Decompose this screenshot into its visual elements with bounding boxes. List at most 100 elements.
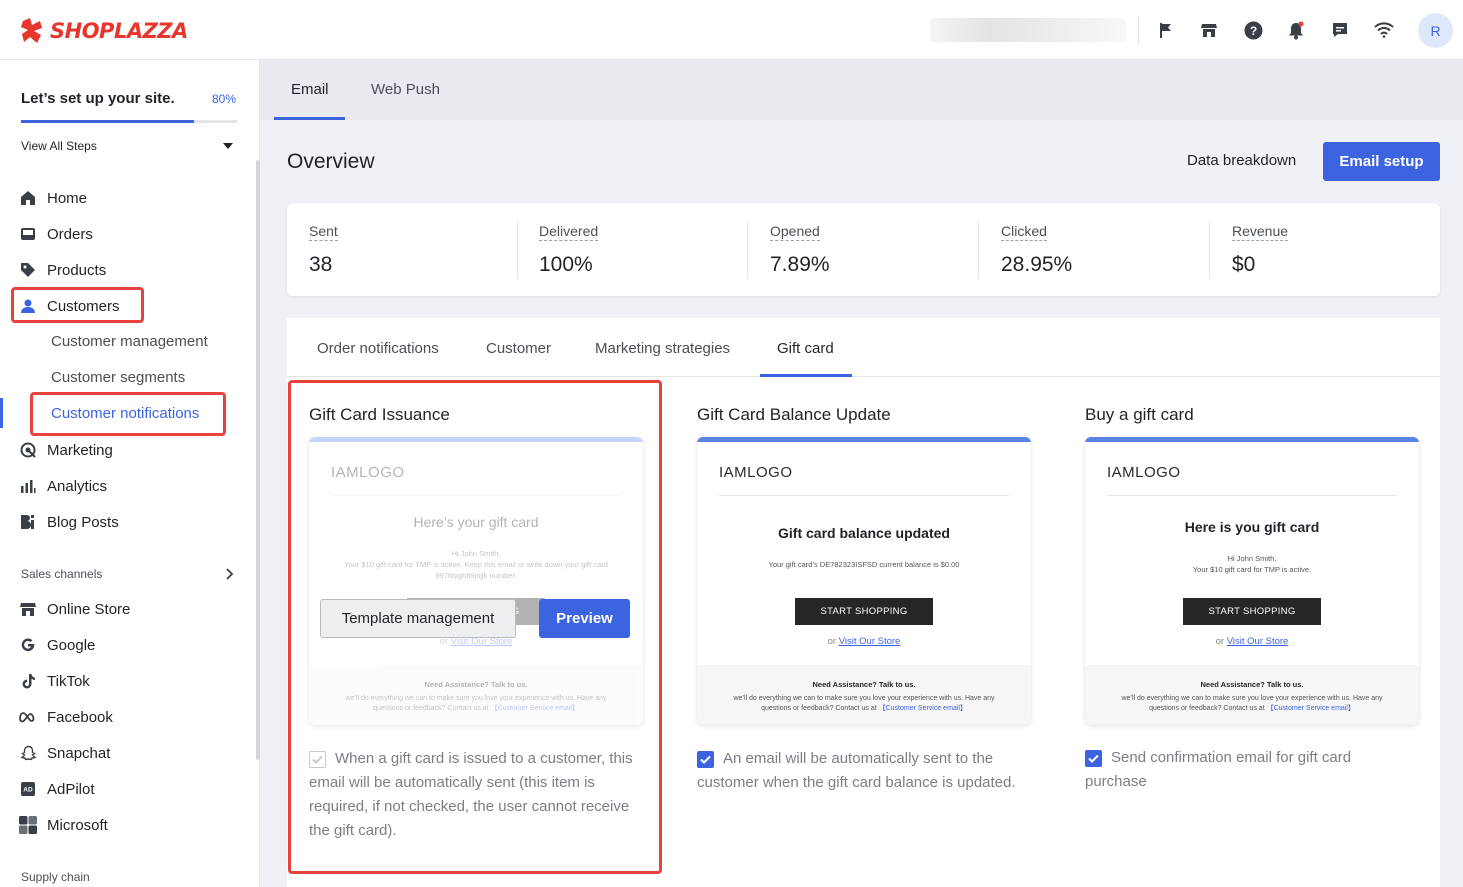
tag-icon — [19, 261, 37, 279]
email-cta-button: START SHOPPING — [1183, 598, 1321, 625]
sidebar-item-marketing[interactable]: Marketing — [0, 432, 250, 468]
sidebar-item-adpilot[interactable]: AD AdPilot — [0, 771, 250, 807]
tab-gift-card[interactable]: Gift card — [777, 340, 834, 357]
data-breakdown-link[interactable]: Data breakdown — [1187, 152, 1296, 169]
bell-icon[interactable] — [1285, 19, 1307, 41]
flag-icon[interactable] — [1155, 19, 1177, 41]
sidebar-item-products[interactable]: Products — [0, 252, 250, 288]
setup-progress-bar — [21, 120, 237, 123]
email-heading: Gift card balance updated — [778, 525, 950, 541]
sidebar-item-label: Home — [47, 189, 88, 207]
visit-store-link: Visit Our Store — [1226, 636, 1289, 647]
chevron-right-icon[interactable] — [225, 567, 235, 581]
stat-label[interactable]: Revenue — [1232, 223, 1289, 241]
email-link-row: or Visit Our Store — [1085, 636, 1419, 647]
top-bar: SHOPLAZZA ? R — [0, 0, 1463, 60]
search-bar[interactable] — [930, 18, 1126, 42]
sidebar-item-blog-posts[interactable]: Blog Posts — [0, 504, 250, 540]
sidebar-subitem-customer-segments[interactable]: Customer segments — [51, 369, 185, 386]
stat-value: 38 — [309, 253, 333, 276]
store-icon[interactable] — [1198, 19, 1220, 41]
wifi-icon[interactable] — [1373, 19, 1395, 41]
sidebar-item-label: AdPilot — [47, 780, 95, 798]
email-cta-button: START SHOPPING — [795, 598, 933, 625]
email-footer: Need Assistance? Talk to us. we’ll do ev… — [697, 665, 1031, 725]
analytics-icon — [19, 477, 37, 495]
sidebar-item-microsoft[interactable]: Microsoft — [0, 807, 250, 843]
sidebar-item-snapchat[interactable]: Snapchat — [0, 735, 250, 771]
meta-icon — [19, 708, 37, 726]
sidebar-subitem-customer-management[interactable]: Customer management — [51, 333, 208, 350]
snapchat-icon — [19, 744, 37, 762]
sidebar-item-label: Orders — [47, 225, 93, 243]
divider — [747, 221, 748, 278]
checkbox-label: Send confirmation email for gift card pu… — [1085, 749, 1352, 790]
store-icon — [19, 600, 37, 618]
tab-marketing-strategies[interactable]: Marketing strategies — [595, 340, 730, 357]
email-footer: Need Assistance? Talk to us. we’ll do ev… — [1085, 665, 1419, 725]
sidebar-item-label: TikTok — [47, 672, 90, 690]
stat-label[interactable]: Clicked — [1001, 223, 1047, 241]
sidebar-item-orders[interactable]: Orders — [0, 216, 250, 252]
logo-text: SHOPLAZZA — [50, 19, 188, 43]
card-title: Buy a gift card — [1085, 405, 1194, 424]
sidebar-item-facebook[interactable]: Facebook — [0, 699, 250, 735]
tiktok-icon — [19, 672, 37, 690]
shoplazza-logo[interactable]: SHOPLAZZA — [20, 16, 188, 46]
active-tab-indicator — [274, 117, 345, 120]
channel-tabs: Email Web Push — [260, 60, 1463, 120]
sidebar-item-google[interactable]: Google — [0, 627, 250, 663]
stat-label[interactable]: Sent — [309, 223, 338, 241]
email-logo: IAMLOGO — [719, 464, 793, 481]
chevron-down-icon[interactable] — [223, 143, 233, 149]
footer-link: 【Customer Service email】 — [1266, 705, 1355, 712]
footer-heading: Need Assistance? Talk to us. — [1200, 680, 1304, 689]
sidebar-item-label: Facebook — [47, 708, 113, 726]
sidebar-item-label: Google — [47, 636, 96, 654]
sidebar-item-analytics[interactable]: Analytics — [0, 468, 250, 504]
stat-label[interactable]: Opened — [770, 223, 820, 241]
visit-store-link: Visit Our Store — [838, 636, 901, 647]
divider — [517, 221, 518, 278]
link-prefix: or — [827, 636, 837, 647]
sidebar-item-label: Online Store — [47, 600, 131, 618]
view-all-steps[interactable]: View All Steps — [21, 139, 97, 153]
email-setup-button[interactable]: Email setup — [1323, 142, 1440, 181]
help-icon[interactable]: ? — [1242, 19, 1264, 41]
adpilot-icon: AD — [19, 780, 37, 798]
email-body: Hi John Smith, Your $10 gift card for TM… — [1192, 554, 1312, 574]
footer-body: we’ll do everything we can to make sure … — [719, 694, 1009, 714]
sidebar-item-label: Analytics — [47, 477, 108, 495]
divider — [978, 221, 979, 278]
tab-email[interactable]: Email — [291, 81, 329, 98]
message-icon[interactable] — [1329, 19, 1351, 41]
tab-order-notifications[interactable]: Order notifications — [317, 340, 439, 357]
footer-heading: Need Assistance? Talk to us. — [812, 680, 916, 689]
stat-value: 28.95% — [1001, 253, 1073, 276]
sidebar-item-tiktok[interactable]: TikTok — [0, 663, 250, 699]
divider — [719, 495, 1009, 496]
sidebar-item-label: Snapchat — [47, 744, 111, 762]
supply-chain-label[interactable]: Supply chain — [21, 870, 90, 884]
sidebar-item-online-store[interactable]: Online Store — [0, 591, 250, 627]
sidebar-scrollbar[interactable] — [256, 160, 260, 760]
sidebar-item-home[interactable]: Home — [0, 180, 250, 216]
highlight-customers — [11, 287, 144, 323]
active-tab-indicator — [760, 374, 852, 377]
tab-web-push[interactable]: Web Push — [371, 81, 440, 98]
stat-value: 7.89% — [770, 253, 830, 276]
tab-customer[interactable]: Customer — [486, 340, 551, 357]
blog-icon — [19, 513, 37, 531]
stat-label[interactable]: Delivered — [539, 223, 599, 241]
divider — [1138, 16, 1139, 44]
email-preview-gift-card-balance-update[interactable]: IAMLOGO Gift card balance updated Your g… — [697, 437, 1031, 725]
card-accent — [697, 437, 1031, 442]
sales-channels-label[interactable]: Sales channels — [21, 567, 102, 581]
checkbox-label: An email will be automatically sent to t… — [697, 750, 1016, 791]
card-title: Gift Card Balance Update — [697, 405, 891, 424]
user-avatar[interactable]: R — [1418, 13, 1453, 48]
home-icon — [19, 189, 37, 207]
active-indicator — [0, 398, 3, 428]
category-tabs: Order notifications Customer Marketing s… — [287, 318, 1440, 377]
email-preview-buy-gift-card[interactable]: IAMLOGO Here is you gift card Hi John Sm… — [1085, 437, 1419, 725]
